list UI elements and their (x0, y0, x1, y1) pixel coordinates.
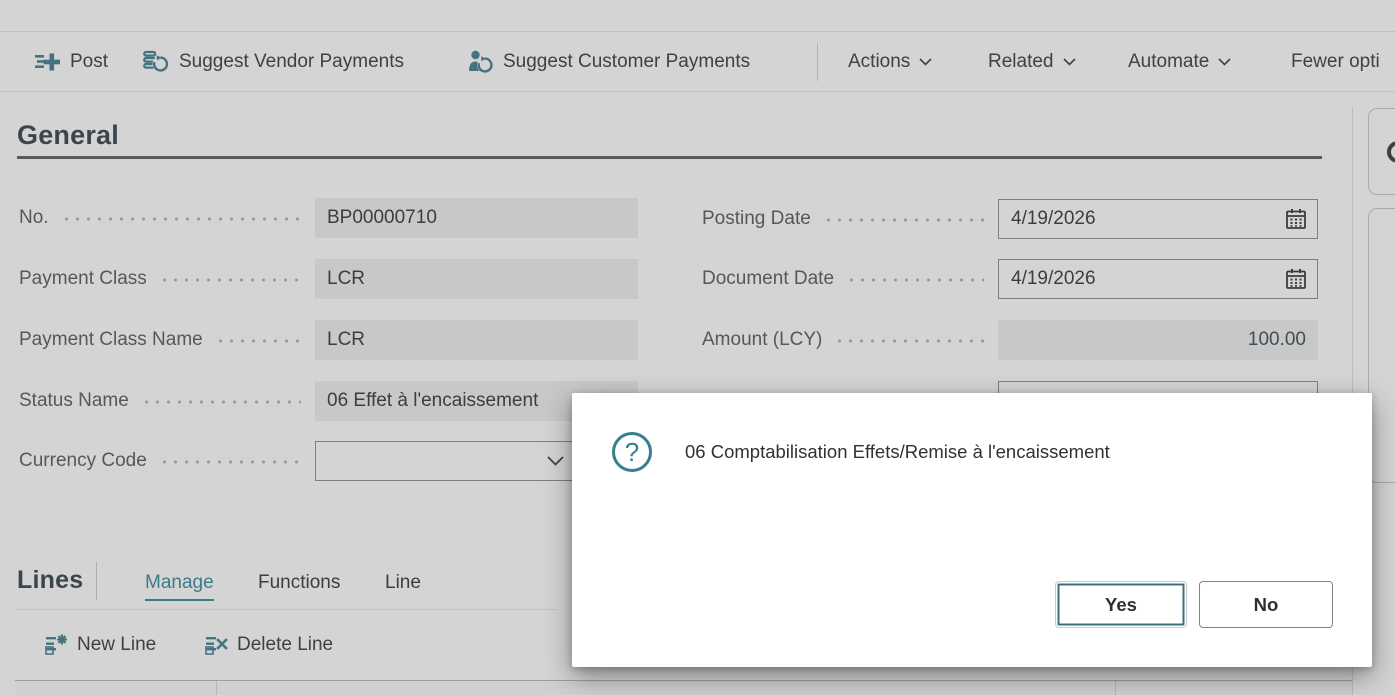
factbox-card (1368, 208, 1395, 483)
grid-column-divider (1115, 681, 1116, 695)
amount-lcy-label: Amount (LCY) (702, 329, 822, 351)
field-row-document-date: Document Date 4/19/2026 (702, 259, 1318, 299)
leader-dots (159, 460, 301, 464)
delete-line-label: Delete Line (237, 634, 333, 656)
payment-class-value: LCR (315, 259, 638, 299)
general-section-underline (17, 156, 1322, 159)
document-date-label: Document Date (702, 268, 834, 290)
payment-class-name-label: Payment Class Name (19, 329, 203, 351)
field-row-payment-class: Payment Class LCR (19, 259, 638, 299)
chevron-down-icon (1218, 58, 1231, 66)
post-button[interactable]: Post (35, 32, 108, 91)
document-date-value: 4/19/2026 (1011, 268, 1096, 290)
posting-date-input[interactable]: 4/19/2026 (998, 199, 1318, 239)
dialog-body: ? 06 Comptabilisation Effets/Remise à l'… (612, 432, 1342, 472)
actions-menu-label: Actions (848, 51, 910, 73)
fewer-options-button[interactable]: Fewer opti (1291, 32, 1380, 91)
leader-dots (823, 218, 984, 222)
status-name-label: Status Name (19, 390, 129, 412)
suggest-vendor-payments-label: Suggest Vendor Payments (179, 51, 404, 73)
no-label: No. (19, 207, 49, 229)
chevron-down-icon (919, 58, 932, 66)
lines-title-separator (96, 562, 97, 600)
calendar-icon[interactable] (1285, 268, 1307, 290)
commandbar-divider (0, 91, 1395, 92)
field-row-currency-code: Currency Code (19, 441, 638, 481)
leader-dots (141, 400, 301, 404)
currency-code-label: Currency Code (19, 450, 147, 472)
dialog-buttons: Yes No (1055, 581, 1333, 628)
new-line-label: New Line (77, 634, 156, 656)
fewer-options-label: Fewer opti (1291, 51, 1380, 73)
amount-lcy-value: 100.00 (998, 320, 1318, 360)
leader-dots (215, 339, 301, 343)
field-row-status-name: Status Name 06 Effet à l'encaissement (19, 381, 638, 421)
leader-dots (61, 217, 301, 221)
tab-functions[interactable]: Functions (258, 572, 340, 594)
payment-class-label: Payment Class (19, 268, 147, 290)
leader-dots (159, 278, 301, 282)
delete-line-icon (205, 633, 228, 656)
post-label: Post (70, 51, 108, 73)
no-button[interactable]: No (1199, 581, 1333, 628)
automate-menu-label: Automate (1128, 51, 1209, 73)
payment-class-name-value: LCR (315, 320, 638, 360)
leader-dots (834, 339, 984, 343)
suggest-vendor-payments-button[interactable]: Suggest Vendor Payments (143, 32, 404, 91)
suggest-customer-payments-icon (467, 49, 494, 74)
tab-line[interactable]: Line (385, 572, 421, 594)
related-menu-label: Related (988, 51, 1054, 73)
new-line-icon (45, 633, 68, 656)
dialog-message: 06 Comptabilisation Effets/Remise à l'en… (685, 441, 1110, 463)
field-row-no: No. BP00000710 (19, 198, 638, 238)
suggest-customer-payments-label: Suggest Customer Payments (503, 51, 750, 73)
calendar-icon[interactable] (1285, 208, 1307, 230)
actions-menu[interactable]: Actions (848, 32, 932, 91)
confirmation-dialog: ? 06 Comptabilisation Effets/Remise à l'… (572, 393, 1372, 667)
grid-column-divider (216, 681, 217, 695)
delete-line-button[interactable]: Delete Line (205, 633, 333, 656)
suggest-customer-payments-button[interactable]: Suggest Customer Payments (467, 32, 750, 91)
chevron-down-icon (1063, 58, 1076, 66)
document-date-input[interactable]: 4/19/2026 (998, 259, 1318, 299)
post-icon (35, 50, 61, 74)
general-section-title: General (17, 120, 119, 151)
field-row-posting-date: Posting Date 4/19/2026 (702, 199, 1318, 239)
posting-date-label: Posting Date (702, 208, 811, 230)
field-row-amount-lcy: Amount (LCY) 100.00 (702, 320, 1318, 360)
related-menu[interactable]: Related (988, 32, 1076, 91)
lines-section-title: Lines (17, 566, 83, 595)
automate-menu[interactable]: Automate (1128, 32, 1231, 91)
question-icon: ? (612, 432, 652, 472)
suggest-vendor-payments-icon (143, 49, 170, 74)
command-bar-separator (817, 43, 818, 81)
field-row-payment-class-name: Payment Class Name LCR (19, 320, 638, 360)
posting-date-value: 4/19/2026 (1011, 208, 1096, 230)
no-value: BP00000710 (315, 198, 638, 238)
command-bar: Post Suggest Vendor Payments (0, 32, 1395, 91)
lines-toolbar-divider (17, 609, 557, 610)
chevron-down-icon[interactable] (547, 456, 564, 466)
new-line-button[interactable]: New Line (45, 633, 156, 656)
yes-button[interactable]: Yes (1055, 581, 1187, 628)
tab-manage[interactable]: Manage (145, 572, 214, 601)
leader-dots (846, 278, 984, 282)
